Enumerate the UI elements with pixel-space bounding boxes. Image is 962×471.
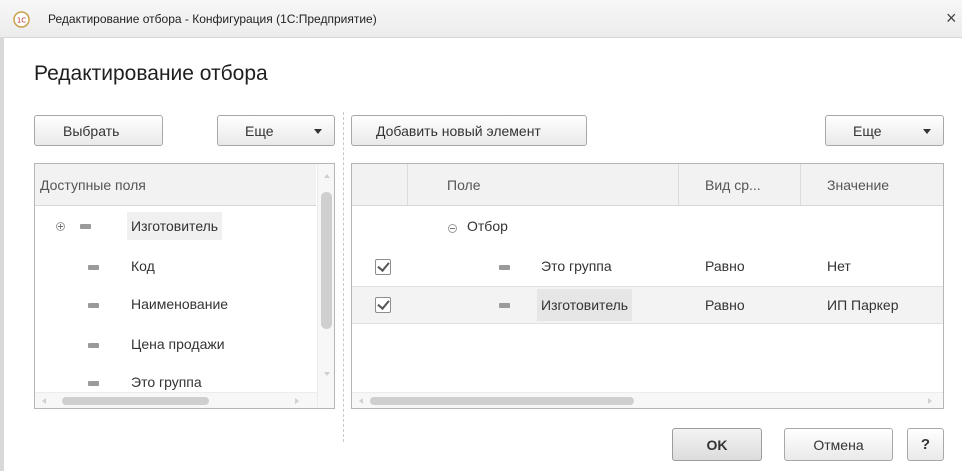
- add-new-element-button[interactable]: Добавить новый элемент: [351, 115, 587, 146]
- table-row-group[interactable]: Отбор: [352, 208, 943, 246]
- more-right-label: Еще: [853, 122, 882, 139]
- window-title: Редактирование отбора - Конфигурация (1С…: [48, 12, 377, 26]
- field-icon: [499, 303, 510, 308]
- use-checkbox[interactable]: [375, 297, 391, 313]
- tree-item-code[interactable]: Код: [35, 248, 316, 286]
- filter-table-header: Поле Вид ср... Значение: [352, 164, 943, 206]
- scroll-left-icon[interactable]: [42, 398, 46, 404]
- svg-text:1С: 1С: [17, 17, 26, 25]
- vertical-scrollbar[interactable]: [317, 164, 334, 408]
- available-fields-header: Доступные поля: [35, 164, 316, 206]
- row-field: Это группа: [541, 258, 612, 274]
- row-value[interactable]: Нет: [827, 258, 851, 274]
- tree-item-sale-price[interactable]: Цена продажи: [35, 326, 316, 364]
- ok-button[interactable]: OK: [672, 428, 762, 461]
- select-button[interactable]: Выбрать: [34, 115, 163, 146]
- chevron-down-icon: [314, 129, 322, 134]
- tree-item-label: Это группа: [131, 374, 202, 390]
- tree-item-label: Код: [131, 258, 155, 274]
- horizontal-scrollbar[interactable]: [35, 392, 317, 408]
- cancel-button-label: Отмена: [813, 436, 864, 453]
- tree-item-label: Изготовитель: [127, 212, 223, 240]
- window-left-border: [0, 38, 4, 471]
- row-value[interactable]: ИП Паркер: [827, 297, 899, 313]
- row-field: Изготовитель: [537, 289, 633, 321]
- column-header-comparison[interactable]: Вид ср...: [679, 164, 801, 205]
- scroll-right-icon[interactable]: [928, 398, 932, 404]
- field-icon: [88, 265, 99, 270]
- close-icon[interactable]: ×: [946, 9, 957, 27]
- scroll-thumb[interactable]: [62, 397, 209, 405]
- tree-item-name[interactable]: Наименование: [35, 286, 316, 324]
- more-right-button[interactable]: Еще: [825, 115, 944, 146]
- row-comparison[interactable]: Равно: [705, 258, 745, 274]
- expand-plus-icon[interactable]: [56, 222, 65, 231]
- select-button-label: Выбрать: [63, 122, 120, 139]
- column-header-value-label: Значение: [827, 177, 890, 193]
- row-comparison[interactable]: Равно: [705, 297, 745, 313]
- group-label: Отбор: [467, 218, 508, 234]
- available-fields-tree[interactable]: Доступные поля Изготовитель Код Наименов…: [34, 163, 335, 409]
- tree-item-label: Наименование: [131, 296, 229, 312]
- column-header-use: [352, 164, 408, 205]
- more-left-button[interactable]: Еще: [217, 115, 335, 146]
- chevron-down-icon: [923, 129, 931, 134]
- help-icon: ?: [920, 436, 931, 453]
- scroll-down-icon[interactable]: [324, 372, 330, 376]
- field-icon: [88, 303, 99, 308]
- cancel-button[interactable]: Отмена: [784, 428, 893, 461]
- more-left-label: Еще: [245, 122, 274, 139]
- column-header-comparison-label: Вид ср...: [705, 177, 761, 193]
- field-icon: [80, 224, 91, 229]
- panel-splitter[interactable]: [343, 112, 344, 442]
- horizontal-scrollbar[interactable]: [352, 392, 943, 408]
- field-icon: [88, 343, 99, 348]
- table-row[interactable]: Это группа Равно Нет: [352, 248, 943, 286]
- filter-table[interactable]: Поле Вид ср... Значение Отбор Это группа…: [351, 163, 944, 409]
- column-header-field[interactable]: Поле: [408, 164, 679, 205]
- tree-item-label: Цена продажи: [131, 336, 225, 352]
- field-icon: [88, 381, 99, 386]
- page-title: Редактирование отбора: [34, 62, 268, 85]
- table-row-selected[interactable]: Изготовитель Равно ИП Паркер: [352, 286, 943, 324]
- tree-item-manufacturer[interactable]: Изготовитель: [35, 207, 316, 245]
- scroll-right-icon[interactable]: [295, 398, 299, 404]
- scroll-thumb[interactable]: [370, 397, 634, 405]
- scroll-thumb[interactable]: [321, 192, 332, 329]
- collapse-minus-icon[interactable]: [448, 224, 457, 233]
- help-button[interactable]: ?: [907, 428, 944, 461]
- window-titlebar: 1С Редактирование отбора - Конфигурация …: [0, 0, 962, 38]
- add-new-element-label: Добавить новый элемент: [376, 122, 541, 139]
- ok-button-label: OK: [706, 436, 728, 453]
- 1c-logo-icon: 1С: [13, 11, 30, 28]
- use-checkbox[interactable]: [375, 259, 391, 275]
- column-header-field-label: Поле: [447, 177, 481, 193]
- column-header-value[interactable]: Значение: [801, 164, 943, 205]
- available-fields-header-label: Доступные поля: [40, 177, 146, 193]
- scroll-left-icon[interactable]: [359, 398, 363, 404]
- scroll-up-icon[interactable]: [324, 174, 330, 178]
- field-icon: [499, 265, 510, 270]
